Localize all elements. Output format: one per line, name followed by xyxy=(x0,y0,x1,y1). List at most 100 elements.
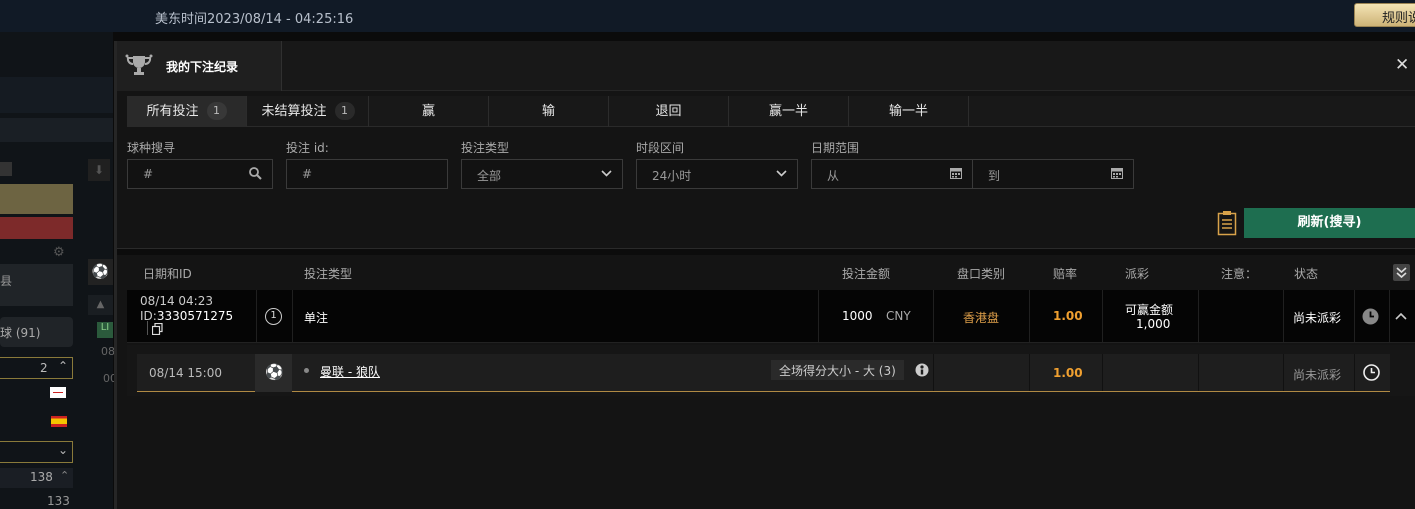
cursor-bar xyxy=(147,321,148,335)
placeholder: 到 xyxy=(988,169,1001,183)
rules-button[interactable]: 规则说 xyxy=(1354,3,1415,27)
header-status: 状态 xyxy=(1294,267,1319,281)
tab-all-bets[interactable]: 所有投注 1 xyxy=(127,96,247,127)
bet-status: 尚未派彩 xyxy=(1293,311,1342,325)
tab-label: 输 xyxy=(541,104,555,119)
market-type: 香港盘 xyxy=(963,311,1000,325)
bet-id: 3330571275 xyxy=(156,309,234,323)
clock-icon xyxy=(1362,308,1379,325)
period-label: 时段区间 xyxy=(636,141,685,155)
info-icon[interactable] xyxy=(915,363,929,377)
close-icon[interactable]: ✕ xyxy=(1395,55,1409,75)
period-select[interactable]: 24小时 xyxy=(636,159,798,189)
chevron-down-icon xyxy=(776,170,787,177)
sport-search-input[interactable]: # xyxy=(127,159,273,189)
chevron-down-icon xyxy=(601,170,612,177)
double-chevron-down-icon xyxy=(1396,267,1407,279)
soccer-count-card[interactable]: 球 (91) xyxy=(0,317,73,347)
date-range-label: 日期范围 xyxy=(811,141,860,155)
bet-number-icon: 1 xyxy=(265,308,282,325)
count-row[interactable]: 138 ⌃ xyxy=(0,468,73,488)
selection-badge: 全场得分大小 - 大 (3) xyxy=(771,360,904,380)
spain-flag-icon xyxy=(51,416,67,427)
chevron-up-icon[interactable] xyxy=(1395,312,1407,320)
section-divider xyxy=(117,248,1415,255)
bet-id-label: 投注 id: xyxy=(286,141,329,155)
payout-value: 1,000 xyxy=(1136,317,1171,331)
select-value: 全部 xyxy=(477,169,502,183)
header-market: 盘口类别 xyxy=(957,267,1006,281)
search-icon xyxy=(249,167,262,180)
bet-date: 08/14 04:23 xyxy=(140,294,213,308)
tab-unsettled[interactable]: 未结算投注 1 xyxy=(248,96,369,127)
bg-label: 县 xyxy=(0,274,13,288)
match-link[interactable]: 曼联 - 狼队 xyxy=(320,363,380,380)
tab-label: 赢 xyxy=(421,104,435,119)
collapse-all-button[interactable] xyxy=(1393,264,1410,281)
count-badge: 1 xyxy=(334,102,355,120)
modal-header xyxy=(117,41,1415,91)
bg-text: 08 xyxy=(101,345,115,358)
download-icon[interactable]: ⬇ xyxy=(88,159,110,181)
tab-label: 退回 xyxy=(655,104,682,119)
bg-bar xyxy=(0,77,113,113)
tab-label: 未结算投注 xyxy=(261,104,327,119)
detail-status: 尚未派彩 xyxy=(1293,368,1342,382)
count: 2 xyxy=(40,361,48,375)
bullet-dot xyxy=(304,368,309,373)
date-from-input[interactable]: 从 xyxy=(811,159,973,189)
count-row[interactable]: 133 xyxy=(0,492,73,509)
select-value: 24小时 xyxy=(652,169,692,183)
tab-refund[interactable]: 退回 xyxy=(609,96,729,127)
count: 138 xyxy=(30,470,53,484)
bg-bar xyxy=(0,118,113,142)
bet-odds: 1.00 xyxy=(1053,309,1083,323)
modal-title: 我的下注纪录 xyxy=(166,60,239,74)
header-note: 注意： xyxy=(1221,267,1258,281)
count-badge: 1 xyxy=(206,102,227,120)
modal-title-tab: 我的下注纪录 xyxy=(117,41,282,91)
filter-tabs: 所有投注 1 未结算投注 1 赢 输 退回 赢一半 输一半 xyxy=(127,96,1415,127)
chevron-up-icon: ⌃ xyxy=(60,469,70,482)
bet-type-label: 投注类型 xyxy=(461,141,510,155)
grid-icon xyxy=(0,162,12,176)
copy-icon[interactable] xyxy=(152,323,163,335)
tab-win-half[interactable]: 赢一半 xyxy=(729,96,849,127)
header-odds: 赔率 xyxy=(1053,267,1078,281)
clipboard-icon[interactable] xyxy=(1217,210,1237,236)
placeholder: # xyxy=(143,167,154,181)
dropdown-generic[interactable]: ⌄ xyxy=(0,441,73,463)
background-sidebar: ⚙ ⬇ 县 ⚽ ▲ LI 08 00 球 (91) 2 ⌃ ⌄ 138 ⌃ 13… xyxy=(0,32,117,509)
soccer-icon: ⚽ xyxy=(265,363,284,381)
bg-highlight xyxy=(0,184,73,214)
bet-id-prefix: ID: xyxy=(140,309,157,323)
table-row[interactable]: 08/14 04:23 ID:3330571275 1 单注 1000 CNY … xyxy=(127,290,1415,343)
header-amount: 投注金额 xyxy=(842,267,891,281)
sport-icon-cell: ⚽ xyxy=(255,354,292,392)
tab-lose-half[interactable]: 输一半 xyxy=(849,96,969,127)
header-payout: 派彩 xyxy=(1125,267,1150,281)
bet-detail-row: 08/14 15:00 ⚽ 曼联 - 狼队 全场得分大小 - 大 (3) 1.0… xyxy=(137,354,1390,392)
bet-currency: CNY xyxy=(886,309,911,323)
refresh-search-button[interactable]: 刷新(搜寻) xyxy=(1244,208,1415,238)
gear-icon[interactable]: ⚙ xyxy=(53,245,65,260)
tab-label: 所有投注 xyxy=(146,104,199,119)
header-date-id: 日期和ID xyxy=(143,267,192,281)
date-to-input[interactable]: 到 xyxy=(972,159,1134,189)
bet-id-input[interactable]: # xyxy=(286,159,448,189)
chevron-down-icon: ⌄ xyxy=(58,443,69,457)
tab-lose[interactable]: 输 xyxy=(489,96,609,127)
tab-label: 赢一半 xyxy=(768,104,808,119)
table-header: 日期和ID 投注类型 投注金额 盘口类别 赔率 派彩 注意： 状态 xyxy=(127,256,1415,288)
dropdown-2[interactable]: 2 ⌃ xyxy=(0,357,73,379)
bet-type: 单注 xyxy=(304,311,329,325)
placeholder: 从 xyxy=(827,169,840,183)
bet-type-select[interactable]: 全部 xyxy=(461,159,623,189)
england-flag-icon xyxy=(50,387,66,398)
calendar-icon xyxy=(1111,168,1123,179)
chevron-up-icon[interactable]: ▲ xyxy=(88,295,113,315)
bg-highlight xyxy=(0,217,73,239)
soccer-icon: ⚽ xyxy=(88,259,113,285)
tab-win[interactable]: 赢 xyxy=(369,96,489,127)
sport-search-label: 球种搜寻 xyxy=(127,141,176,155)
